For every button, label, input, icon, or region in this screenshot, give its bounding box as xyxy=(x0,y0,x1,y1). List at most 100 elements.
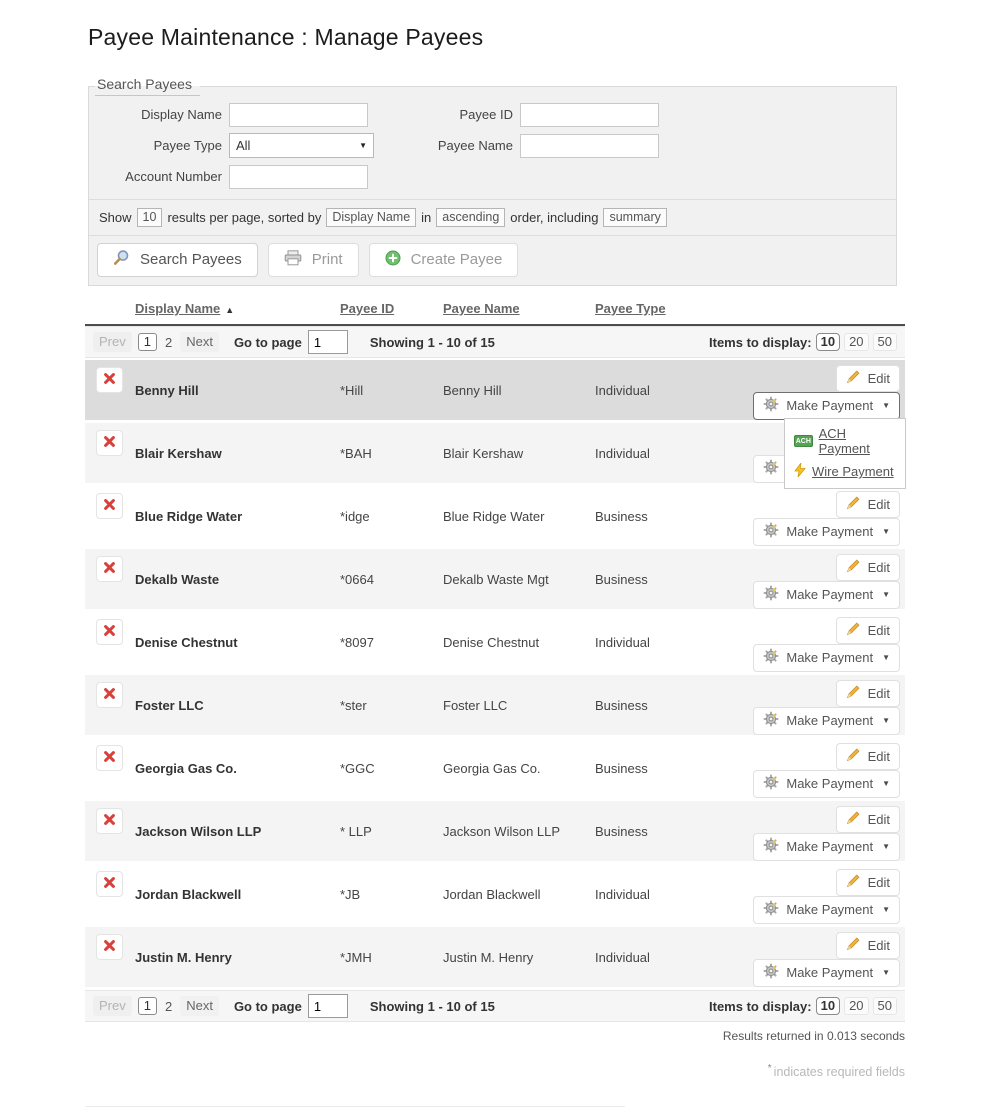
chevron-down-icon: ▼ xyxy=(882,968,890,977)
print-label: Print xyxy=(312,251,343,268)
next-page-button[interactable]: Next xyxy=(180,996,219,1016)
table-row: Benny Hill *Hill Benny Hill Individual E… xyxy=(85,360,905,420)
edit-button[interactable]: Edit xyxy=(836,617,900,644)
make-payment-label: Make Payment xyxy=(786,965,873,980)
make-payment-button[interactable]: Make Payment ▼ xyxy=(753,518,900,546)
delete-payee-button[interactable] xyxy=(96,871,123,897)
delete-x-icon xyxy=(103,687,116,703)
delete-payee-button[interactable] xyxy=(96,682,123,708)
page-1-button[interactable]: 1 xyxy=(138,333,157,351)
delete-payee-button[interactable] xyxy=(96,934,123,960)
payee-type: Business xyxy=(595,509,740,524)
table-row: Justin M. Henry *JMH Justin M. Henry Ind… xyxy=(85,927,905,987)
chevron-down-icon: ▼ xyxy=(882,590,890,599)
gear-icon xyxy=(763,837,779,856)
search-fields: Display Name Payee ID Payee Type All ▼ P… xyxy=(89,96,896,199)
results-options-bar: Show 10 results per page, sorted by Disp… xyxy=(89,199,896,235)
make-payment-button[interactable]: Make Payment ▼ xyxy=(753,581,900,609)
pencil-icon xyxy=(846,621,861,639)
payee-id: *JMH xyxy=(340,950,443,965)
items-20-button[interactable]: 20 xyxy=(844,997,868,1015)
make-payment-button[interactable]: Make Payment ▼ xyxy=(753,707,900,735)
account-number-input[interactable] xyxy=(229,165,368,189)
payee-id-label: Payee ID xyxy=(368,107,520,122)
edit-button[interactable]: Edit xyxy=(836,932,900,959)
make-payment-button[interactable]: Make Payment ▼ xyxy=(753,644,900,672)
payee-id: *Hill xyxy=(340,383,443,398)
sort-header-payee-type[interactable]: Payee Type xyxy=(595,301,666,316)
ach-payment-link[interactable]: ACH Payment xyxy=(819,426,899,456)
payee-id-input[interactable] xyxy=(520,103,659,127)
sort-header-display-name[interactable]: Display Name xyxy=(135,301,220,316)
payee-name: Georgia Gas Co. xyxy=(443,761,595,776)
make-payment-button[interactable]: Make Payment ▼ xyxy=(753,896,900,924)
go-to-page-input[interactable] xyxy=(308,330,348,354)
make-payment-button[interactable]: Make Payment ▼ xyxy=(753,833,900,861)
delete-payee-button[interactable] xyxy=(96,808,123,834)
in-text: in xyxy=(421,210,431,225)
delete-payee-button[interactable] xyxy=(96,556,123,582)
delete-payee-button[interactable] xyxy=(96,619,123,645)
edit-button[interactable]: Edit xyxy=(836,869,900,896)
gear-icon xyxy=(763,459,779,478)
chevron-down-icon: ▼ xyxy=(882,527,890,536)
items-50-button[interactable]: 50 xyxy=(873,997,897,1015)
payee-name-input[interactable] xyxy=(520,134,659,158)
edit-button[interactable]: Edit xyxy=(836,554,900,581)
payee-type: Individual xyxy=(595,383,740,398)
table-row: Blair Kershaw *BAH Blair Kershaw Individ… xyxy=(85,423,905,483)
delete-payee-button[interactable] xyxy=(96,430,123,456)
items-50-button[interactable]: 50 xyxy=(873,333,897,351)
edit-button[interactable]: Edit xyxy=(836,806,900,833)
make-payment-button[interactable]: Make Payment ▼ xyxy=(753,770,900,798)
prev-page-button[interactable]: Prev xyxy=(93,996,132,1016)
prev-page-button[interactable]: Prev xyxy=(93,332,132,352)
edit-button[interactable]: Edit xyxy=(836,491,900,518)
gear-icon xyxy=(763,522,779,541)
edit-button[interactable]: Edit xyxy=(836,743,900,770)
payee-type-select[interactable]: All ▼ xyxy=(229,133,374,158)
next-page-button[interactable]: Next xyxy=(180,332,219,352)
detail-level-option[interactable]: summary xyxy=(603,208,666,227)
pagination-bottom: Prev 1 2 Next Go to page Showing 1 - 10 … xyxy=(85,990,905,1022)
payee-name: Benny Hill xyxy=(443,383,595,398)
payee-display-name: Jordan Blackwell xyxy=(135,887,340,902)
payee-id: *8097 xyxy=(340,635,443,650)
pencil-icon xyxy=(846,558,861,576)
delete-payee-button[interactable] xyxy=(96,745,123,771)
results-text: results per page, sorted by xyxy=(167,210,321,225)
search-payees-button[interactable]: Search Payees xyxy=(97,243,258,277)
table-row: Foster LLC *ster Foster LLC Business Edi… xyxy=(85,675,905,735)
payee-name-label: Payee Name xyxy=(374,138,520,153)
make-payment-button[interactable]: Make Payment ▼ xyxy=(753,392,900,420)
sort-order-option[interactable]: ascending xyxy=(436,208,505,227)
payee-type: Individual xyxy=(595,446,740,461)
items-20-button[interactable]: 20 xyxy=(844,333,868,351)
page-2-button[interactable]: 2 xyxy=(163,335,174,350)
display-name-input[interactable] xyxy=(229,103,368,127)
payee-type: Business xyxy=(595,572,740,587)
items-10-button[interactable]: 10 xyxy=(816,997,840,1015)
payee-display-name: Dekalb Waste xyxy=(135,572,340,587)
make-payment-button[interactable]: Make Payment ▼ xyxy=(753,959,900,987)
sort-field-option[interactable]: Display Name xyxy=(326,208,416,227)
sort-header-payee-name[interactable]: Payee Name xyxy=(443,301,520,316)
edit-button[interactable]: Edit xyxy=(836,365,900,392)
go-to-page-label: Go to page xyxy=(234,999,302,1014)
required-star: * xyxy=(768,1063,772,1074)
per-page-option[interactable]: 10 xyxy=(137,208,163,227)
delete-payee-button[interactable] xyxy=(96,367,123,393)
pencil-icon xyxy=(846,495,861,513)
go-to-page-input[interactable] xyxy=(308,994,348,1018)
gear-icon xyxy=(763,711,779,730)
delete-payee-button[interactable] xyxy=(96,493,123,519)
footer-divider xyxy=(85,1106,625,1107)
sort-header-payee-id[interactable]: Payee ID xyxy=(340,301,394,316)
page-2-button[interactable]: 2 xyxy=(163,999,174,1014)
wire-payment-link[interactable]: Wire Payment xyxy=(812,464,894,479)
items-10-button[interactable]: 10 xyxy=(816,333,840,351)
page-1-button[interactable]: 1 xyxy=(138,997,157,1015)
print-button[interactable]: Print xyxy=(268,243,359,277)
create-payee-button[interactable]: Create Payee xyxy=(369,243,519,277)
edit-button[interactable]: Edit xyxy=(836,680,900,707)
